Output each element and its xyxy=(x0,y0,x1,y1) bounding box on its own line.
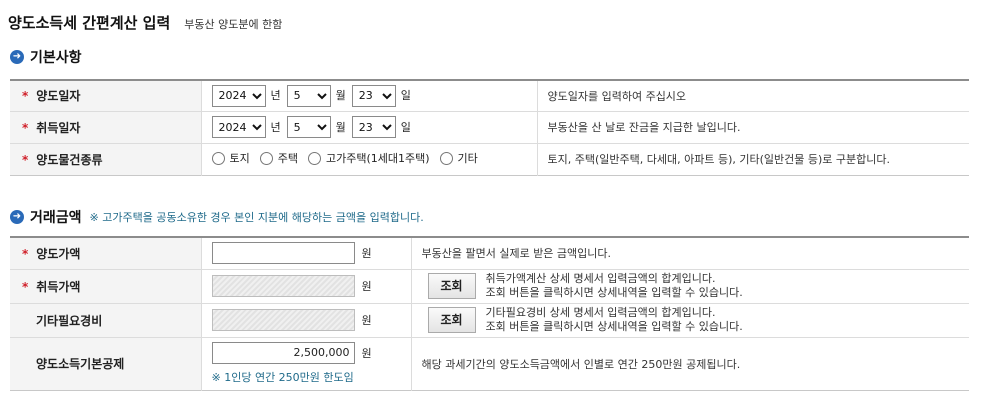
transfer-date-label-cell: * 양도일자 xyxy=(10,79,201,111)
section-amount-title: 거래금액 xyxy=(30,210,82,226)
acquire-price-label-cell: * 취득가액 xyxy=(10,268,201,303)
transfer-price-label: 양도가액 xyxy=(36,246,81,261)
basic-deduction-label-cell: 양도소득기본공제 xyxy=(10,336,201,390)
required-mark: * xyxy=(22,152,29,167)
row-property-type: * 양도물건종류 토지 주택 고가주택(1세대1주택) 기타 토지, 주택(일반주택, … xyxy=(10,142,969,175)
basic-deduction-label: 양도소득기본공제 xyxy=(36,357,125,371)
acquire-date-label-cell: * 취득일자 xyxy=(10,110,201,143)
day-unit: 일 xyxy=(400,89,411,103)
property-type-desc: 토지, 주택(일반주택, 다세대, 아파트 등), 기타(일반건물 등)로 구분… xyxy=(536,142,969,175)
radio-circle-icon[interactable] xyxy=(211,151,225,165)
other-expenses-desc-2: 조회 버튼을 클릭하시면 상세내역을 입력할 수 있습니다. xyxy=(485,320,743,333)
transfer-price-controls: 원 xyxy=(200,236,411,269)
acquire-price-input xyxy=(211,275,355,297)
other-expenses-desc-cell: 조회 기타필요경비 상세 명세서 입력금액의 합계입니다. 조회 버튼을 클릭하… xyxy=(410,302,969,337)
radio-house[interactable]: 주택 xyxy=(259,150,298,166)
transfer-date-desc: 양도일자를 입력하여 주십시오 xyxy=(536,79,969,111)
section-basic-header: ➜ 기본사항 xyxy=(10,47,82,67)
radio-house-label: 주택 xyxy=(277,152,298,166)
month-unit: 월 xyxy=(335,89,346,103)
acquire-price-desc-1: 취득가액계산 상세 명세서 입력금액의 합계입니다. xyxy=(485,272,716,285)
won-unit: 원 xyxy=(361,247,372,261)
section-basic-title: 기본사항 xyxy=(30,50,82,66)
acquire-price-lookup-button[interactable]: 조회 xyxy=(427,273,476,299)
other-expenses-label: 기타필요경비 xyxy=(36,313,103,328)
won-unit: 원 xyxy=(361,314,372,327)
other-expenses-lookup-button[interactable]: 조회 xyxy=(427,307,476,333)
transfer-price-label-cell: * 양도가액 xyxy=(10,236,201,269)
radio-other-label: 기타 xyxy=(457,152,478,166)
transfer-price-desc: 부동산을 팔면서 실제로 받은 금액입니다. xyxy=(410,236,969,269)
property-type-label-cell: * 양도물건종류 xyxy=(10,142,201,175)
acquire-price-controls: 원 xyxy=(200,268,411,303)
transfer-price-input[interactable] xyxy=(211,242,355,265)
radio-other[interactable]: 기타 xyxy=(439,150,478,166)
radio-land-label: 토지 xyxy=(229,152,250,166)
row-transfer-date: * 양도일자 2024 년 5 월 23 일 양도일자를 입력하여 주십시오 xyxy=(10,79,969,111)
radio-circle-icon[interactable] xyxy=(308,151,321,165)
basic-deduction-desc: 해당 과세기간의 양도소득금액에서 인별로 연간 250만원 공제됩니다. xyxy=(410,336,969,390)
acquire-month-select[interactable]: 5 xyxy=(286,116,331,138)
won-unit: 원 xyxy=(361,347,372,360)
basic-deduction-input[interactable]: 2,500,000 xyxy=(211,342,355,364)
basic-deduction-limit-note: ※ 1인당 연간 250만원 한도임 xyxy=(211,371,354,384)
row-acquire-date: * 취득일자 2024 년 5 월 23 일 부동산을 산 날로 잔금을 지급한 날입니다. xyxy=(10,110,969,143)
required-mark: * xyxy=(22,89,29,104)
radio-luxury-house-label: 고가주택(1세대1주택) xyxy=(326,152,430,166)
acquire-date-label: 취득일자 xyxy=(36,120,81,135)
won-unit: 원 xyxy=(361,280,372,293)
year-unit: 년 xyxy=(270,120,281,134)
circle-arrow-icon: ➜ xyxy=(10,50,24,64)
radio-circle-icon[interactable] xyxy=(259,151,273,165)
transfer-date-controls: 2024 년 5 월 23 일 xyxy=(200,79,537,111)
radio-circle-icon[interactable] xyxy=(439,151,453,165)
other-expenses-input xyxy=(211,309,355,331)
required-mark: * xyxy=(22,246,29,261)
acquire-date-controls: 2024 년 5 월 23 일 xyxy=(200,110,537,143)
other-expenses-desc-1: 기타필요경비 상세 명세서 입력금액의 합계입니다. xyxy=(485,306,716,319)
basic-info-table: * 양도일자 2024 년 5 월 23 일 양도일자를 입력하여 주십시오 * 취득일자 2… xyxy=(10,79,969,176)
acquire-price-desc-cell: 조회 취득가액계산 상세 명세서 입력금액의 합계입니다. 조회 버튼을 클릭하… xyxy=(410,268,969,303)
radio-luxury-house[interactable]: 고가주택(1세대1주택) xyxy=(308,150,430,166)
property-type-controls: 토지 주택 고가주택(1세대1주택) 기타 xyxy=(200,142,537,175)
section-amount-header: ➜ 거래금액 ※ 고가주택을 공동소유한 경우 본인 지분에 해당하는 금액을 … xyxy=(10,207,424,227)
transfer-date-label: 양도일자 xyxy=(36,89,81,104)
acquire-day-select[interactable]: 23 xyxy=(351,116,396,138)
acquire-price-label: 취득가액 xyxy=(36,279,81,294)
page-header: 양도소득세 간편계산 입력 부동산 양도분에 한함 xyxy=(8,12,282,32)
amount-table: * 양도가액 원 부동산을 팔면서 실제로 받은 금액입니다. * 취득가액 원 조… xyxy=(10,236,969,391)
day-unit: 일 xyxy=(400,120,411,134)
acquire-year-select[interactable]: 2024 xyxy=(211,116,266,138)
required-mark: * xyxy=(22,279,29,294)
acquire-date-desc: 부동산을 산 날로 잔금을 지급한 날입니다. xyxy=(536,110,969,143)
transfer-day-select[interactable]: 23 xyxy=(351,84,396,107)
basic-deduction-controls: 2,500,000 원 ※ 1인당 연간 250만원 한도임 xyxy=(200,336,411,390)
other-expenses-label-cell: 기타필요경비 xyxy=(10,302,201,337)
row-basic-deduction: 양도소득기본공제 2,500,000 원 ※ 1인당 연간 250만원 한도임 해… xyxy=(10,336,969,390)
row-other-expenses: 기타필요경비 원 조회 기타필요경비 상세 명세서 입력금액의 합계입니다. 조… xyxy=(10,302,969,337)
row-transfer-price: * 양도가액 원 부동산을 팔면서 실제로 받은 금액입니다. xyxy=(10,236,969,269)
other-expenses-controls: 원 xyxy=(200,302,411,337)
year-unit: 년 xyxy=(270,89,281,103)
acquire-price-desc-2: 조회 버튼을 클릭하시면 상세내역을 입력할 수 있습니다. xyxy=(485,286,743,299)
circle-arrow-icon: ➜ xyxy=(10,210,24,224)
month-unit: 월 xyxy=(335,120,346,134)
required-mark: * xyxy=(22,120,29,135)
radio-land[interactable]: 토지 xyxy=(211,150,250,166)
transfer-month-select[interactable]: 5 xyxy=(286,84,331,107)
row-acquire-price: * 취득가액 원 조회 취득가액계산 상세 명세서 입력금액의 합계입니다. 조회… xyxy=(10,268,969,303)
page-title: 양도소득세 간편계산 입력 xyxy=(8,14,171,32)
property-type-label: 양도물건종류 xyxy=(36,152,103,167)
transfer-year-select[interactable]: 2024 xyxy=(211,84,266,107)
section-amount-note: ※ 고가주택을 공동소유한 경우 본인 지분에 해당하는 금액을 입력합니다. xyxy=(89,211,424,224)
page-subtitle: 부동산 양도분에 한함 xyxy=(184,18,283,31)
